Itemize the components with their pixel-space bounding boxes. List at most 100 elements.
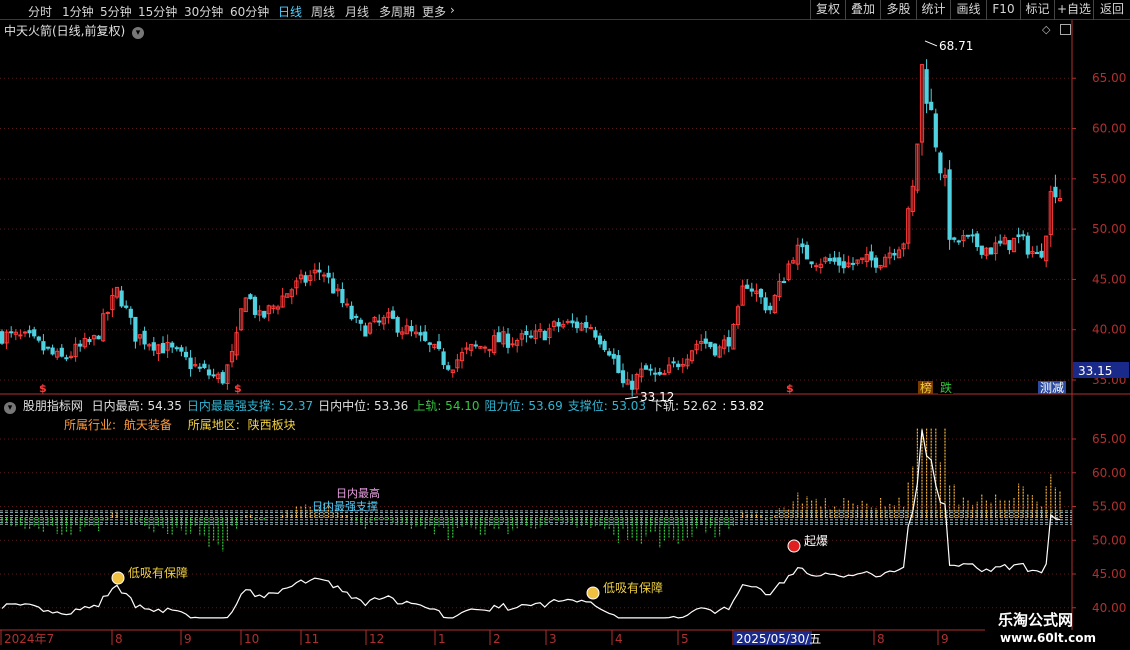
candle-body <box>584 322 589 328</box>
candle-body <box>303 275 308 283</box>
candle-body <box>929 101 934 111</box>
candle-body <box>482 346 488 349</box>
main-tick-label: 65.00 <box>1092 71 1126 85</box>
candle-body <box>133 316 138 342</box>
candle-body <box>965 234 971 237</box>
watermark-title: 乐淘公式网 <box>998 611 1074 629</box>
candle-body <box>496 332 501 343</box>
annotation-label: 低吸有保障 <box>128 565 188 580</box>
chart-svg: 35.0040.0045.0050.0055.0060.0065.0040.00… <box>0 20 1130 646</box>
candle-body <box>248 294 253 300</box>
candle-body <box>87 339 92 343</box>
candle-body <box>804 244 810 260</box>
candle-body <box>570 320 575 324</box>
industry-label: 所属行业: <box>64 418 117 432</box>
candle-body <box>607 351 612 356</box>
candle-body <box>653 372 658 375</box>
candle-body <box>616 355 621 373</box>
candle-body <box>363 325 368 337</box>
ind-tick-label: 50.00 <box>1092 533 1126 547</box>
candle-body <box>662 372 667 375</box>
candle-body <box>220 372 225 384</box>
candle-body <box>832 257 837 262</box>
candle-body <box>763 297 768 311</box>
tag-label: 榜 <box>920 380 932 395</box>
candle-body <box>321 274 327 277</box>
candle-body <box>211 374 216 377</box>
candle-body <box>1021 234 1026 237</box>
main-tick-label: 55.00 <box>1092 172 1126 186</box>
main-tick-label: 50.00 <box>1092 222 1126 236</box>
candle-body <box>124 305 129 308</box>
candle-body <box>358 319 363 324</box>
candle-body <box>252 296 258 315</box>
candle-body <box>59 347 64 357</box>
ind-tick-label: 45.00 <box>1092 567 1126 581</box>
candle-body <box>354 315 359 318</box>
candle-body <box>597 335 603 345</box>
candle-body <box>814 265 819 268</box>
candle-body <box>892 253 897 256</box>
candle-body <box>119 290 124 307</box>
candle-body <box>436 341 442 350</box>
date-label: 2024年7 <box>4 632 54 646</box>
dollar-marker: $ <box>234 382 242 395</box>
candle-body <box>188 357 193 370</box>
candle-body <box>1025 235 1030 255</box>
candle-body <box>423 331 428 341</box>
indicator-value-5: 支撑位: 53.03 <box>567 399 646 413</box>
candle-body <box>36 336 41 341</box>
candle-body <box>956 240 961 243</box>
candle-body <box>377 320 382 323</box>
candle-body <box>800 243 805 248</box>
candle-body <box>78 343 83 347</box>
candle-body <box>938 152 943 174</box>
candle-body <box>712 343 718 356</box>
candle-body <box>105 311 110 314</box>
indicator-value-1: 日内最最强支撑: 52.37 <box>186 399 314 413</box>
candle-body <box>395 317 400 333</box>
watermark-url: www.60lt.com <box>1000 631 1097 645</box>
annotation-icon <box>586 586 600 600</box>
candle-body <box>18 334 23 337</box>
indicator-value-0: 日内最高: 54.35 <box>91 399 182 413</box>
candle-body <box>9 331 14 334</box>
date-label: 4 <box>615 632 623 646</box>
candle-body <box>1034 252 1040 255</box>
candle-body <box>970 234 975 237</box>
candle-body <box>952 237 957 240</box>
candle-body <box>344 303 350 306</box>
candle-body <box>262 310 267 318</box>
candle-body <box>933 113 938 148</box>
date-label: 9 <box>184 632 192 646</box>
date-label: 12 <box>369 632 384 646</box>
industry-value: 航天装备 <box>123 418 172 432</box>
candle-body <box>556 322 561 327</box>
candle-body <box>32 329 37 337</box>
candle-body <box>924 69 929 104</box>
candle-body <box>418 332 423 336</box>
date-label: 8 <box>115 632 123 646</box>
candle-body <box>611 353 616 359</box>
candle-body <box>781 281 787 284</box>
candle-body <box>206 369 212 376</box>
overlap-label: 日内最高 <box>336 486 380 500</box>
chevron-down-icon[interactable]: ▾ <box>4 402 16 414</box>
candle-body <box>869 251 874 261</box>
main-tick-label: 60.00 <box>1092 122 1126 136</box>
candle-body <box>441 351 446 365</box>
indicator-name: 股朋指标网 <box>22 399 83 413</box>
candle-body <box>708 341 713 348</box>
candle-body <box>45 346 51 349</box>
region-label: 所属地区: <box>187 418 240 432</box>
candle-body <box>1039 250 1044 258</box>
ind-tick-label: 40.00 <box>1092 601 1126 615</box>
indicator-header: ▾ 股朋指标网 日内最高: 54.35 日内最最强支撑: 52.37 日内中位: 5… <box>4 397 764 414</box>
candle-body <box>979 245 984 255</box>
date-label: 3 <box>549 632 557 646</box>
candle-body <box>703 338 708 344</box>
annotation-label: 起爆 <box>804 534 828 548</box>
candle-body <box>574 321 580 329</box>
candle-body <box>676 363 681 368</box>
candle-body <box>128 308 133 318</box>
